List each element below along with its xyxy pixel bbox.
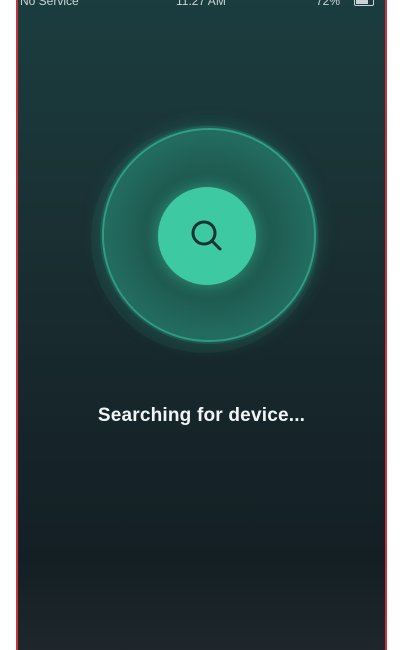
clock-label: 11:27 AM — [176, 0, 226, 8]
frame-edge-right — [385, 0, 387, 650]
frame-edge-left — [16, 0, 18, 650]
bottom-sheen — [16, 560, 387, 650]
status-bar: No Service 11:27 AM 72% — [16, 0, 387, 10]
search-icon — [185, 214, 229, 258]
carrier-label: No Service — [20, 0, 79, 8]
battery-percent: 72% — [316, 0, 341, 8]
page-frame: No Service 11:27 AM 72% Searching for de… — [0, 0, 405, 650]
search-status-message: Searching for device... — [97, 405, 306, 426]
search-button[interactable] — [158, 187, 256, 285]
battery-icon — [354, 0, 374, 6]
app-screen: No Service 11:27 AM 72% Searching for de… — [16, 0, 387, 650]
